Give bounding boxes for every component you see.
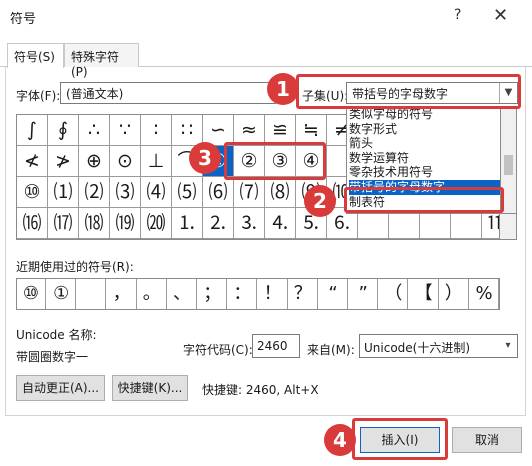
cancel-button[interactable]: 取消 [452, 427, 522, 453]
symbol-cell[interactable]: ⑹ [203, 177, 234, 208]
dropdown-scroll-thumb[interactable] [504, 155, 513, 175]
font-label: 字体(F): [16, 89, 61, 103]
recent-symbol-cell[interactable]: ！ [259, 279, 288, 309]
symbol-cell[interactable]: ⑻ [265, 177, 296, 208]
symbol-cell[interactable]: ⒉ [203, 208, 234, 239]
symbol-cell[interactable]: ⑴ [48, 177, 79, 208]
recent-symbol-cell[interactable] [77, 279, 107, 309]
symbol-cell[interactable]: ⒈ [172, 208, 203, 239]
recent-symbol-cell[interactable]: ， [108, 279, 137, 309]
symbol-cell[interactable]: ⒃ [17, 208, 48, 239]
symbol-cell[interactable]: ⒊ [234, 208, 265, 239]
from-select[interactable]: Unicode(十六进制) ▾ [359, 334, 518, 358]
symbol-cell[interactable]: ∫ [17, 115, 48, 146]
highlight-insert [352, 418, 448, 460]
subset-option[interactable]: 类似字母的符号 [349, 107, 479, 122]
help-button[interactable]: ? [454, 7, 461, 23]
annotation-badge-3: 3 [189, 142, 221, 174]
recent-symbol-cell[interactable]: ） [440, 279, 469, 309]
symbol-cell[interactable]: ∵ [110, 115, 141, 146]
highlight-subset [296, 74, 521, 109]
recent-symbol-cell[interactable]: ： [228, 279, 258, 309]
subset-option[interactable]: 零杂技术用符号 [349, 165, 479, 180]
symbol-cell[interactable]: ⊙ [110, 146, 141, 177]
annotation-badge-4: 4 [324, 424, 356, 456]
tab-special-characters[interactable]: 特殊字符(P) [64, 43, 139, 79]
symbol-cell[interactable]: ⑵ [79, 177, 110, 208]
recent-symbol-cell[interactable]: 。 [138, 279, 167, 309]
symbol-cell[interactable]: ⑶ [110, 177, 141, 208]
unicode-name-label: Unicode 名称: [16, 328, 97, 342]
symbol-cell[interactable]: ⊕ [79, 146, 110, 177]
recent-symbol-cell[interactable]: （ [379, 279, 409, 309]
chevron-down-icon[interactable]: ▾ [499, 336, 517, 356]
symbol-cell[interactable]: ≮ [17, 146, 48, 177]
symbol-cell[interactable]: ⒇ [141, 208, 172, 239]
annotation-badge-2: 2 [304, 185, 336, 217]
recent-label: 近期使用过的符号(R): [16, 260, 134, 274]
symbol-cell[interactable]: ⒆ [110, 208, 141, 239]
from-label: 来自(M): [307, 343, 355, 357]
recent-symbol-cell[interactable]: % [470, 279, 499, 309]
symbol-cell[interactable]: ⑸ [172, 177, 203, 208]
recent-symbol-cell[interactable]: ⑩ [17, 279, 46, 309]
font-select[interactable]: (普通文本) [60, 82, 276, 104]
symbol-cell[interactable]: ≯ [48, 146, 79, 177]
symbol-cell[interactable]: ⒄ [48, 208, 79, 239]
recent-symbol-cell[interactable]: “ [319, 279, 348, 309]
symbol-cell[interactable]: ⑷ [141, 177, 172, 208]
shortcut-info: 快捷键: 2460, Alt+X [202, 383, 319, 397]
recent-symbols[interactable]: ⑩ ① ，。、；：！？ “” （【）% [16, 278, 500, 310]
close-icon[interactable]: ✕ [493, 5, 508, 26]
highlight-subset-item [344, 187, 504, 213]
annotation-badge-1: 1 [267, 73, 299, 105]
symbol-cell[interactable]: ∷ [172, 115, 203, 146]
from-select-value: Unicode(十六进制) [364, 341, 471, 355]
subset-option[interactable]: 箭头 [349, 136, 479, 151]
recent-symbol-cell[interactable]: ； [198, 279, 228, 309]
symbol-cell[interactable]: ⒋ [265, 208, 296, 239]
recent-symbol-cell[interactable]: ？ [289, 279, 318, 309]
subset-option[interactable]: 数字形式 [349, 122, 479, 137]
font-select-value: (普通文本) [66, 87, 124, 101]
char-code-input[interactable]: 2460 [252, 334, 300, 358]
tab-symbols[interactable]: 符号(S) [7, 43, 64, 68]
symbol-cell[interactable]: ⑺ [234, 177, 265, 208]
char-code-label: 字符代码(C): [183, 343, 253, 357]
unicode-name-value: 带圆圈数字一 [16, 350, 89, 364]
recent-symbol-cell[interactable]: ① [47, 279, 77, 309]
shortcut-key-button[interactable]: 快捷键(K)... [112, 375, 188, 401]
title-bar [0, 0, 532, 34]
subset-option[interactable]: 数学运算符 [349, 151, 479, 166]
symbol-cell[interactable]: ⊥ [141, 146, 172, 177]
window-title: 符号 [10, 12, 37, 27]
symbol-cell[interactable]: ∮ [48, 115, 79, 146]
recent-symbol-cell[interactable]: 、 [168, 279, 197, 309]
recent-symbol-cell[interactable]: 【 [410, 279, 439, 309]
symbol-cell[interactable]: ⒅ [79, 208, 110, 239]
recent-symbol-cell[interactable]: ” [349, 279, 379, 309]
symbol-cell[interactable]: ⑩ [17, 177, 48, 208]
highlight-symbols [224, 142, 326, 180]
symbol-cell[interactable]: ∶ [141, 115, 172, 146]
symbol-cell[interactable]: ∴ [79, 115, 110, 146]
autocorrect-button[interactable]: 自动更正(A)... [16, 375, 105, 401]
